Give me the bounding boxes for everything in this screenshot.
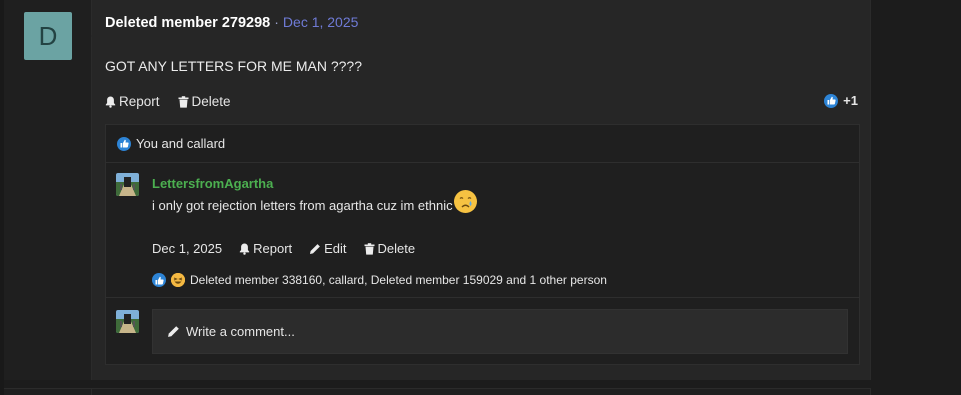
comment-edit-label: Edit: [324, 241, 347, 256]
comment-avatar[interactable]: [116, 173, 139, 196]
report-label: Report: [119, 94, 160, 109]
post-author-link[interactable]: Deleted member 279298: [105, 15, 270, 31]
comments-block: You and callard LettersfromAgartha i onl: [105, 124, 860, 365]
reply-avatar[interactable]: [116, 310, 139, 333]
write-comment-placeholder: Write a comment...: [186, 324, 295, 339]
delete-label: Delete: [191, 94, 231, 109]
write-comment-input[interactable]: Write a comment...: [152, 309, 848, 354]
comment-text-body: i only got rejection letters from agarth…: [152, 198, 453, 213]
post-text: GOT ANY LETTERS FOR ME MAN ????: [105, 58, 362, 74]
comment-edit-button[interactable]: Edit: [309, 241, 347, 256]
comment-author-link[interactable]: LettersfromAgartha: [152, 176, 273, 191]
reaction-summary[interactable]: +1: [824, 93, 858, 108]
avatar-letter: D: [38, 20, 58, 51]
pencil-icon: [167, 325, 180, 338]
comment-date[interactable]: Dec 1, 2025: [152, 241, 222, 256]
comment-report-button[interactable]: Report: [239, 241, 292, 256]
pencil-icon: [309, 243, 321, 255]
reaction-count: +1: [843, 93, 858, 108]
like-icon: [824, 93, 839, 108]
post-body: Deleted member 279298 · Dec 1, 2025 GOT AN…: [92, 0, 870, 380]
post-reactors-text: You and callard: [136, 136, 226, 151]
trash-icon: [364, 242, 375, 255]
bell-icon: [239, 243, 250, 255]
next-post: [4, 388, 871, 395]
post-date-link[interactable]: Dec 1, 2025: [283, 14, 359, 30]
post-header: Deleted member 279298 · Dec 1, 2025: [105, 14, 358, 31]
comment-text: i only got rejection letters from agarth…: [152, 190, 477, 213]
post-reactors-bar[interactable]: You and callard: [106, 125, 859, 163]
reply-row: Write a comment...: [106, 298, 859, 364]
haha-icon: [171, 273, 185, 287]
post-user-column: D: [4, 0, 92, 380]
comment: LettersfromAgartha i only got rejection …: [106, 163, 859, 298]
comment-reactors-text: Deleted member 338160, callard, Deleted …: [190, 273, 607, 287]
like-icon: [152, 273, 166, 287]
comment-report-label: Report: [253, 241, 293, 256]
crying-emoji-icon: [453, 190, 477, 213]
report-button[interactable]: Report: [105, 94, 160, 109]
comment-delete-label: Delete: [377, 241, 416, 256]
post-actions: Report Delete: [105, 94, 231, 109]
like-icon: [117, 136, 131, 151]
comment-reactions[interactable]: Deleted member 338160, callard, Deleted …: [152, 273, 607, 287]
profile-post: D Deleted member 279298 · Dec 1, 2025 GOT …: [4, 0, 871, 380]
separator: ·: [274, 14, 279, 30]
bell-icon: [105, 96, 116, 108]
delete-button[interactable]: Delete: [178, 94, 231, 109]
trash-icon: [178, 95, 189, 108]
avatar[interactable]: D: [24, 12, 72, 60]
next-post-user-column: [4, 389, 92, 395]
comment-actions: Dec 1, 2025 Report Edit Delete: [152, 241, 415, 256]
comment-delete-button[interactable]: Delete: [364, 241, 416, 256]
